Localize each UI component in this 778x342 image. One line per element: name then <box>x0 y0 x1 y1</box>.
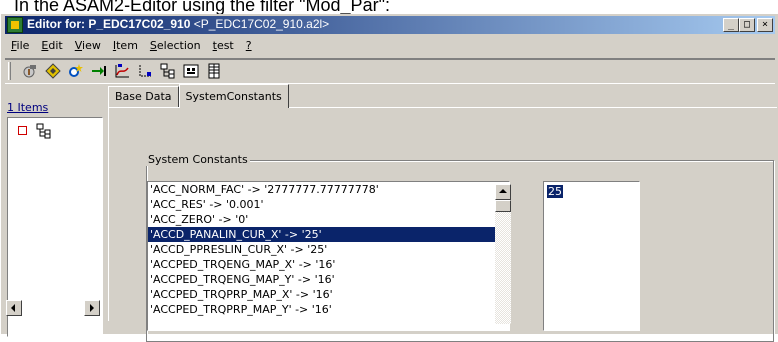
selected-value[interactable]: 25 <box>547 185 563 198</box>
minimize-button[interactable]: _ <box>723 18 739 32</box>
menu-item[interactable]: Item <box>107 37 144 55</box>
menu-view-label: iew <box>82 39 101 52</box>
group-label: System Constants <box>146 153 250 166</box>
menu-test-label: est <box>216 39 234 52</box>
toolbar-grip[interactable] <box>8 62 11 80</box>
menu-selection-label: election <box>156 39 201 52</box>
tree-icon[interactable] <box>159 63 176 79</box>
list-item[interactable]: 'ACCPED_TRQPRP_MAP_Y' -> '16' <box>148 302 509 317</box>
item-tree-icon[interactable] <box>36 123 52 142</box>
arrow-bar-icon[interactable] <box>90 63 107 79</box>
list-item[interactable]: 'ACC_ZERO' -> '0' <box>148 212 509 227</box>
list-item[interactable]: 'ACCD_PPRESLIN_CUR_X' -> '25' <box>148 242 509 257</box>
diamond-tool-icon[interactable] <box>44 63 61 79</box>
menu-view-accel: V <box>74 39 83 52</box>
close-button[interactable]: × <box>757 18 773 32</box>
tab-base-data[interactable]: Base Data <box>108 86 179 108</box>
maximize-button[interactable]: □ <box>739 18 755 32</box>
menu-edit[interactable]: Edit <box>35 37 68 55</box>
menu-file[interactable]: File <box>5 37 35 55</box>
scroll-right-button[interactable] <box>84 300 104 318</box>
list-item[interactable]: 'ACCPED_TRQPRP_MAP_X' -> '16' <box>148 287 509 302</box>
arrow-left-icon <box>6 300 22 316</box>
window-title: Editor for: P_EDC17C02_910 <P_EDC17C02_9… <box>27 17 329 31</box>
tab-system-constants[interactable]: SystemConstants <box>178 84 289 108</box>
axis-icon[interactable] <box>136 63 153 79</box>
list-scrollbar[interactable] <box>495 184 511 324</box>
list-item[interactable]: 'ACC_NORM_FAC' -> '2777777.77777778' <box>148 182 509 197</box>
matrix-icon[interactable] <box>182 63 199 79</box>
menu-test[interactable]: test <box>207 37 240 55</box>
toolbar <box>5 58 775 84</box>
hammer-icon[interactable] <box>21 63 38 79</box>
scroll-left-button[interactable] <box>6 300 26 318</box>
item-square-icon[interactable] <box>18 126 27 135</box>
items-pane: 1 Items <box>5 97 105 337</box>
menu-view[interactable]: View <box>69 37 107 55</box>
system-constants-list[interactable]: 'ACC_NORM_FAC' -> '2777777.77777778' 'AC… <box>147 181 510 331</box>
tab-strip: Base Data SystemConstants <box>108 84 289 108</box>
list-item-selected[interactable]: 'ACCD_PANALIN_CUR_X' -> '25' <box>148 227 509 242</box>
window-controls: _ □ × <box>723 18 773 32</box>
scroll-thumb[interactable] <box>495 200 511 212</box>
menu-selection[interactable]: Selection <box>144 37 207 55</box>
table-icon[interactable] <box>205 63 222 79</box>
list-item[interactable]: 'ACC_RES' -> '0.001' <box>148 197 509 212</box>
menu-bar: File Edit View Item Selection test ? <box>5 37 258 55</box>
value-box[interactable]: 25 <box>543 181 640 331</box>
menu-edit-label: dit <box>48 39 63 52</box>
menu-file-label: ile <box>16 39 30 52</box>
window-title-file: <P_EDC17C02_910.a2l> <box>193 17 330 31</box>
scroll-up-button[interactable] <box>495 184 511 200</box>
list-item[interactable]: 'ACCPED_TRQENG_MAP_X' -> '16' <box>148 257 509 272</box>
menu-help-accel: ? <box>245 39 252 52</box>
arrow-right-icon <box>84 300 100 316</box>
menu-selection-accel: S <box>149 39 157 52</box>
menu-help[interactable]: ? <box>240 37 258 55</box>
window-title-main: Editor for: P_EDC17C02_910 <box>27 17 191 31</box>
toolbar-icons <box>21 63 222 79</box>
items-tab[interactable]: 1 Items <box>7 101 48 114</box>
app-icon[interactable] <box>7 17 23 33</box>
gear-star-icon[interactable] <box>67 63 84 79</box>
list-item[interactable]: 'ACCPED_TRQENG_MAP_Y' -> '16' <box>148 272 509 287</box>
menu-item-label: tem <box>116 39 138 52</box>
title-bar[interactable]: Editor for: P_EDC17C02_910 <P_EDC17C02_9… <box>5 16 775 34</box>
curve-chart-icon[interactable] <box>113 63 130 79</box>
